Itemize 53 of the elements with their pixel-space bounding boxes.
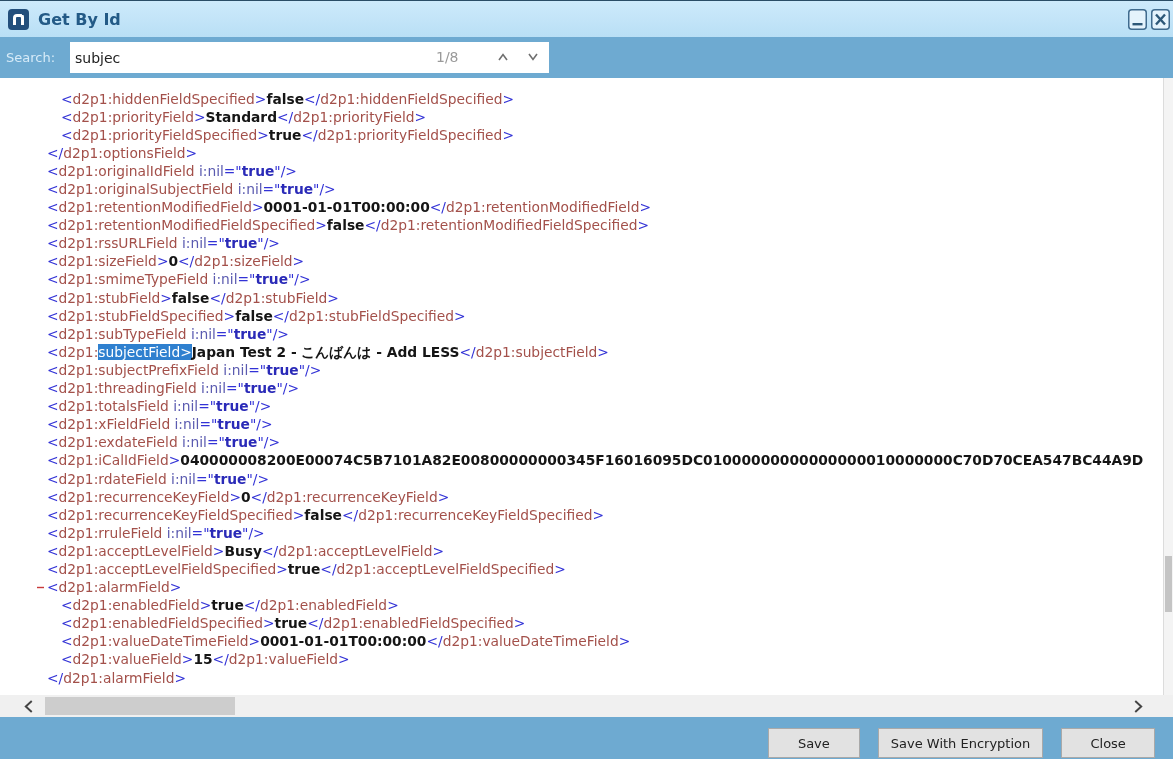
xml-line: <d2p1:originalSubjectField i:nil="true"/>: [47, 181, 336, 198]
xml-line: <d2p1:exdateField i:nil="true"/>: [47, 434, 280, 452]
xml-line: <d2p1:sizeField>0</d2p1:sizeField>: [47, 253, 305, 271]
xml-line: <d2p1:totalsField i:nil="true"/>: [47, 398, 272, 416]
close-icon: [1151, 8, 1170, 30]
minimize-icon: [1128, 8, 1147, 30]
app-logo-icon: [8, 8, 29, 30]
xml-line: <d2p1:retentionModifiedField>0001-01-01T00:00:00</d2p1:retentionModifiedField>: [47, 199, 651, 217]
dialog-button[interactable]: Save: [768, 728, 860, 758]
xml-line: <d2p1:xFieldField i:nil="true"/>: [47, 416, 273, 434]
xml-line: <d2p1:recurrenceKeyFieldSpecified>false</d2p1:recurrenceKeyFieldSpecified>: [47, 506, 604, 524]
xml-line: <d2p1:rruleField i:nil="true"/>: [47, 524, 265, 542]
chevron-left-icon[interactable]: [24, 699, 33, 713]
xml-line: <d2p1:rdateField i:nil="true"/>: [47, 470, 270, 488]
search-label: Search:: [6, 50, 57, 65]
xml-line: <d2p1:acceptLevelField>Busy</d2p1:acceptLevelField>: [47, 542, 444, 560]
dialog-button[interactable]: Save With Encryption: [877, 728, 1044, 758]
chevron-up-icon: [498, 53, 508, 61]
xml-line: <d2p1:priorityFieldSpecified>true</d2p1:priorityFieldSpecified>: [61, 126, 514, 144]
vertical-scrollbar[interactable]: [1163, 78, 1173, 695]
close-button[interactable]: [1151, 8, 1170, 30]
xml-line: </d2p1:alarmField>: [47, 669, 186, 687]
minimize-button[interactable]: [1128, 8, 1147, 30]
xml-line: <d2p1:iCalIdField>040000008200E00074C5B7101A82E00800000000345F16016095DC01000000000000000010000000C70D70CEA547BC44A9D: [47, 452, 1144, 470]
xml-line: <d2p1:smimeTypeField i:nil="true"/>: [47, 271, 311, 289]
xml-line: </d2p1:optionsField>: [47, 144, 198, 162]
horizontal-scrollbar[interactable]: [0, 695, 1173, 717]
match-count: 1/8: [436, 49, 459, 65]
xml-line: <d2p1:valueField>15</d2p1:valueField>: [61, 651, 350, 669]
window-title: Get By Id: [38, 9, 121, 29]
xml-line: <d2p1:subTypeField i:nil="true"/>: [47, 325, 289, 343]
xml-line: <d2p1:valueDateTimeField>0001-01-01T00:00:00</d2p1:valueDateTimeField>: [61, 633, 631, 651]
xml-line: <d2p1:stubFieldSpecified>false</d2p1:stubFieldSpecified>: [47, 307, 466, 325]
scrollbar-thumb[interactable]: [1165, 556, 1172, 612]
xml-line: <d2p1:recurrenceKeyField>0</d2p1:recurrenceKeyField>: [47, 488, 450, 506]
xml-line: <d2p1:threadingField i:nil="true"/>: [47, 380, 300, 398]
xml-line: <d2p1:enabledField>true</d2p1:enabledField>: [61, 597, 399, 615]
xml-line: <d2p1:priorityField>Standard</d2p1:priorityField>: [61, 108, 427, 126]
chevron-right-icon[interactable]: [1134, 699, 1143, 713]
xml-line: <d2p1:stubField>false</d2p1:stubField>: [47, 289, 339, 307]
scrollbar-thumb[interactable]: [45, 697, 235, 715]
previous-match-button[interactable]: [498, 53, 508, 62]
xml-line: <d2p1:hiddenFieldSpecified>false</d2p1:hiddenFieldSpecified>: [61, 90, 515, 108]
xml-line: <d2p1:alarmField>: [47, 579, 182, 597]
xml-line: <d2p1:retentionModifiedFieldSpecified>false</d2p1:retentionModifiedFieldSpecified>: [47, 217, 649, 235]
chevron-down-icon: [528, 53, 538, 61]
xml-line: <d2p1:enabledFieldSpecified>true</d2p1:enabledFieldSpecified>: [61, 615, 526, 633]
dialog-button[interactable]: Close: [1061, 728, 1155, 758]
xml-line: <d2p1:originalIdField i:nil="true"/>: [47, 162, 297, 180]
xml-line: <d2p1:acceptLevelFieldSpecified>true</d2p1:acceptLevelFieldSpecified>: [47, 561, 566, 578]
xml-line: <d2p1:subjectPrefixField i:nil="true"/>: [47, 361, 322, 379]
xml-line: <d2p1:rssURLField i:nil="true"/>: [47, 235, 280, 253]
next-match-button[interactable]: [528, 53, 538, 62]
